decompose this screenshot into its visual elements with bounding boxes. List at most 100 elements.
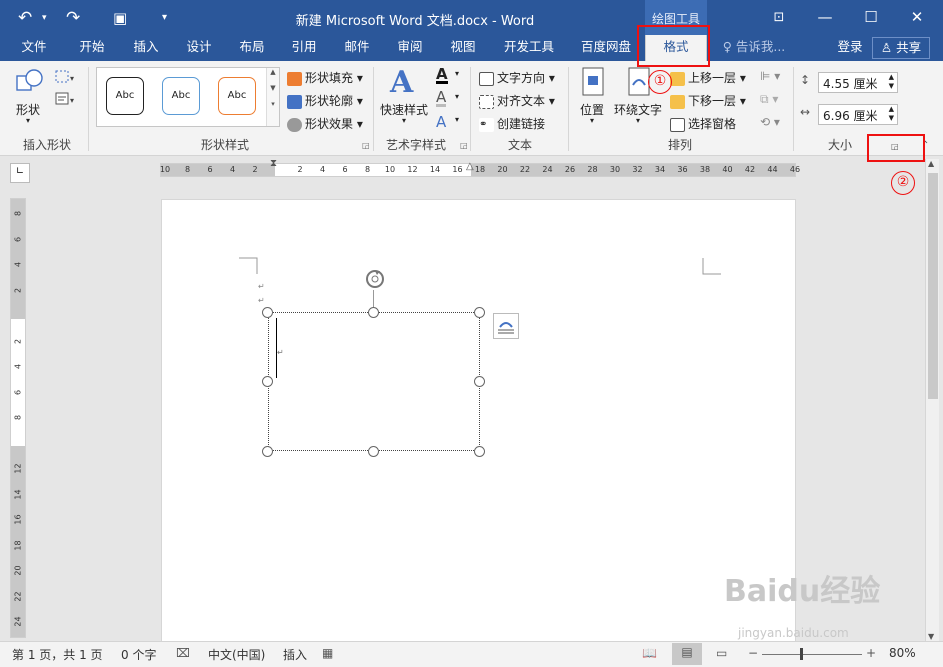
ruler-v-tick: 6 — [13, 389, 23, 395]
scroll-up-icon[interactable]: ▲ — [928, 159, 934, 168]
rotate-handle-icon[interactable] — [362, 266, 388, 292]
first-line-indent-icon[interactable]: ⧗ — [270, 158, 277, 169]
shape-effects-button[interactable]: 形状效果 ▾ — [287, 115, 363, 132]
vertical-ruler[interactable]: 8 6 4 2 2 4 6 8 12 14 16 18 20 22 24 — [10, 198, 26, 638]
scroll-down-icon[interactable]: ▼ — [928, 632, 934, 641]
web-layout-icon[interactable]: ▭ — [716, 646, 727, 660]
text-outline-dropdown-icon[interactable]: ▾ — [455, 92, 459, 101]
vertical-scrollbar[interactable]: ▲ ▼ — [925, 159, 939, 641]
shape-height-field[interactable]: 4.55 厘米 ▲ ▼ — [818, 72, 898, 93]
text-effects-icon[interactable]: A — [436, 113, 446, 131]
align-text-icon — [479, 94, 494, 109]
send-backward-button[interactable]: 下移一层 ▾ — [670, 92, 746, 109]
tab-layout[interactable]: 布局 — [228, 35, 276, 61]
baidu-watermark: Baidu经验 — [724, 574, 881, 609]
tab-stop-selector[interactable]: ∟ — [10, 163, 30, 183]
share-button[interactable]: ♙ 共享 — [872, 37, 930, 59]
shape-style-preset-2[interactable]: Abc — [162, 77, 200, 115]
shape-fill-button[interactable]: 形状填充 ▾ — [287, 69, 363, 86]
resize-handle-ne[interactable] — [474, 307, 485, 318]
rotate-icon[interactable]: ⟲ ▾ — [760, 115, 780, 129]
text-fill-dropdown-icon[interactable]: ▾ — [455, 69, 459, 78]
tab-design[interactable]: 设计 — [175, 35, 223, 61]
tab-view[interactable]: 视图 — [439, 35, 487, 61]
position-dropdown-icon[interactable]: ▾ — [590, 116, 594, 125]
horizontal-ruler[interactable]: 10 8 6 4 2 2 4 6 8 10 12 14 16 18 20 22 24 26 28 30 32 34 36 38… — [160, 163, 800, 177]
tab-developer[interactable]: 开发工具 — [497, 35, 561, 61]
text-outline-icon[interactable]: A — [436, 90, 447, 107]
zoom-in-icon[interactable]: + — [866, 646, 876, 660]
paint-bucket-icon — [287, 71, 302, 86]
document-page[interactable]: ↵ ↵ ↵ — [161, 199, 796, 644]
maximize-button[interactable]: ☐ — [848, 0, 894, 35]
shape-dropdown-icon[interactable]: ▾ — [26, 116, 30, 125]
align-text-button[interactable]: 对齐文本 ▾ — [479, 92, 555, 109]
right-indent-icon[interactable]: △ — [466, 161, 474, 172]
wordart-a-icon[interactable]: A — [390, 65, 413, 100]
sign-in-link[interactable]: 登录 — [830, 35, 870, 61]
shape-style-preset-3[interactable]: Abc — [218, 77, 256, 115]
zoom-slider-thumb[interactable] — [800, 648, 803, 660]
tab-mailings[interactable]: 邮件 — [333, 35, 381, 61]
align-icon[interactable]: ⊫ ▾ — [760, 69, 780, 83]
language-indicator[interactable]: 中文(中国) — [208, 646, 265, 663]
shape-style-preset-1[interactable]: Abc — [106, 77, 144, 115]
zoom-slider[interactable] — [762, 654, 862, 655]
read-mode-icon[interactable]: 📖 — [642, 646, 657, 660]
resize-handle-se[interactable] — [474, 446, 485, 457]
group-divider — [373, 67, 374, 151]
resize-handle-n[interactable] — [368, 307, 379, 318]
zoom-out-icon[interactable]: − — [748, 646, 758, 660]
text-box-shape[interactable] — [268, 312, 480, 451]
page-count[interactable]: 第 1 页，共 1 页 — [12, 646, 103, 663]
tab-file[interactable]: 文件 — [10, 35, 58, 61]
print-layout-icon[interactable]: ▤ — [672, 643, 702, 665]
bring-forward-button[interactable]: 上移一层 ▾ — [670, 69, 746, 86]
resize-handle-e[interactable] — [474, 376, 485, 387]
tell-me-search[interactable]: ♀ 告诉我... — [718, 35, 790, 61]
text-box-icon[interactable]: ▾ — [55, 91, 79, 107]
gallery-scroll[interactable]: ▲ ▼ ▾ — [266, 68, 279, 126]
tab-insert[interactable]: 插入 — [122, 35, 170, 61]
width-stepper-icon[interactable]: ▲ ▼ — [889, 105, 894, 123]
resize-handle-sw[interactable] — [262, 446, 273, 457]
insert-mode-indicator[interactable]: 插入 — [283, 646, 307, 663]
edit-shape-icon[interactable]: ▾ — [55, 69, 79, 85]
ribbon: 形状 ▾ ▾ ▾ 插入形状 Abc Abc Abc ▲ ▼ ▾ 形状填充 ▾ 形状轮… — [0, 61, 943, 156]
close-button[interactable]: ✕ — [894, 0, 940, 35]
shape-height-icon: ↕ — [800, 73, 811, 87]
wrap-text-dropdown-icon[interactable]: ▾ — [636, 116, 640, 125]
ruler-h-tick: 20 — [497, 165, 508, 174]
text-effects-dropdown-icon[interactable]: ▾ — [455, 115, 459, 124]
shape-styles-launcher-icon[interactable]: ◲ — [362, 141, 370, 150]
quick-styles-dropdown-icon[interactable]: ▾ — [402, 116, 406, 125]
proofing-icon[interactable]: ⌧ — [176, 646, 190, 660]
selection-pane-button[interactable]: 选择窗格 — [670, 115, 736, 132]
resize-handle-w[interactable] — [262, 376, 273, 387]
paragraph-mark: ↵ — [258, 282, 265, 291]
tab-baidu-netdisk[interactable]: 百度网盘 — [574, 35, 638, 61]
scrollbar-thumb[interactable] — [928, 173, 938, 399]
resize-handle-nw[interactable] — [262, 307, 273, 318]
minimize-button[interactable]: — — [802, 0, 848, 35]
shape-icon[interactable] — [14, 67, 46, 97]
position-icon[interactable] — [582, 67, 604, 97]
height-stepper-icon[interactable]: ▲ ▼ — [889, 73, 894, 91]
wrap-text-icon[interactable] — [628, 67, 650, 97]
text-direction-button[interactable]: 文字方向 ▾ — [479, 69, 555, 86]
zoom-level[interactable]: 80% — [889, 646, 916, 660]
shape-width-field[interactable]: 6.96 厘米 ▲ ▼ — [818, 104, 898, 125]
macro-record-icon[interactable]: ▦ — [322, 646, 333, 660]
wordart-launcher-icon[interactable]: ◲ — [460, 141, 468, 150]
text-fill-icon[interactable]: A — [436, 67, 448, 84]
layout-options-icon[interactable] — [493, 313, 519, 339]
create-link-button[interactable]: ⚭ 创建链接 — [479, 115, 545, 132]
resize-handle-s[interactable] — [368, 446, 379, 457]
shape-outline-button[interactable]: 形状轮廓 ▾ — [287, 92, 363, 109]
tab-home[interactable]: 开始 — [68, 35, 116, 61]
group-divider — [470, 67, 471, 151]
tab-review[interactable]: 审阅 — [386, 35, 434, 61]
ribbon-display-icon[interactable]: ⊡ — [756, 0, 802, 35]
word-count[interactable]: 0 个字 — [121, 646, 156, 663]
tab-references[interactable]: 引用 — [280, 35, 328, 61]
